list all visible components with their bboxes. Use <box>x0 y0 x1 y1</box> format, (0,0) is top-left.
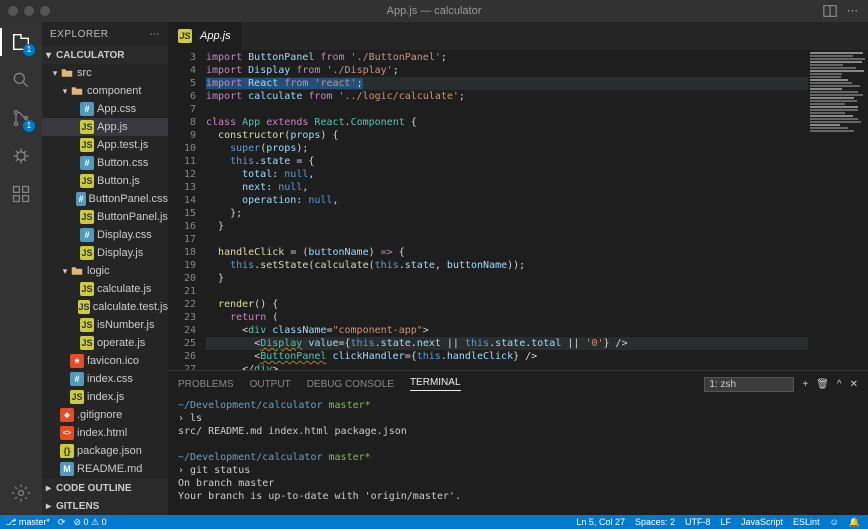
file-logic[interactable]: ▾logic <box>42 262 168 280</box>
status-position[interactable]: Ln 5, Col 27 <box>576 517 625 527</box>
file-tree: ▾src▾component#App.cssJSApp.jsJSApp.test… <box>42 64 168 479</box>
gitlens-section[interactable]: ▸GITLENS <box>42 497 168 515</box>
json-icon: {} <box>60 444 74 458</box>
file-index-html[interactable]: <>index.html <box>42 424 168 442</box>
git-icon: ◆ <box>60 408 74 422</box>
panel-tab-debug[interactable]: DEBUG CONSOLE <box>307 379 394 390</box>
file-App-js[interactable]: JSApp.js <box>42 118 168 136</box>
search-icon[interactable] <box>9 68 33 92</box>
tab-app-js[interactable]: JS App.js <box>168 22 242 50</box>
js-icon: JS <box>178 29 192 43</box>
file-favicon-ico[interactable]: ★favicon.ico <box>42 352 168 370</box>
css-icon: # <box>76 192 85 206</box>
terminal-body[interactable]: ~/Development/calculator master*› lssrc/… <box>168 397 868 515</box>
ico-icon: ★ <box>70 354 84 368</box>
file-calculate-test-js[interactable]: JScalculate.test.js <box>42 298 168 316</box>
zoom-window-button[interactable] <box>40 6 50 16</box>
folder-icon <box>70 264 84 278</box>
file-src[interactable]: ▾src <box>42 64 168 82</box>
file-component[interactable]: ▾component <box>42 82 168 100</box>
file-Button-js[interactable]: JSButton.js <box>42 172 168 190</box>
js-icon: JS <box>80 246 94 260</box>
status-language[interactable]: JavaScript <box>741 517 783 527</box>
js-icon: JS <box>80 318 94 332</box>
close-panel-icon[interactable]: ✕ <box>850 379 858 390</box>
js-icon: JS <box>80 120 94 134</box>
status-sync-icon[interactable]: ⟳ <box>58 517 66 528</box>
sidebar-header: EXPLORER <box>50 29 108 40</box>
maximize-panel-icon[interactable]: ^ <box>837 379 842 390</box>
explorer-icon[interactable]: 1 <box>9 30 33 54</box>
js-icon: JS <box>80 138 94 152</box>
kill-terminal-icon[interactable]: 🗑 <box>816 379 829 390</box>
panel-tab-output[interactable]: OUTPUT <box>250 379 291 390</box>
css-icon: # <box>70 372 84 386</box>
js-icon: JS <box>78 300 90 314</box>
status-bell-icon[interactable]: 🔔 <box>849 517 860 528</box>
file-index-js[interactable]: JSindex.js <box>42 388 168 406</box>
minimize-window-button[interactable] <box>24 6 34 16</box>
tab-label: App.js <box>200 30 231 42</box>
file-package-json[interactable]: {}package.json <box>42 442 168 460</box>
close-window-button[interactable] <box>8 6 18 16</box>
line-gutter: 3456789101112131415161718192021222324252… <box>168 50 206 370</box>
sidebar-more-icon[interactable]: ⋯ <box>150 29 161 40</box>
status-encoding[interactable]: UTF-8 <box>685 517 711 527</box>
extensions-icon[interactable] <box>9 182 33 206</box>
js-icon: JS <box>80 174 94 188</box>
debug-icon[interactable] <box>9 144 33 168</box>
file-ButtonPanel-css[interactable]: #ButtonPanel.css <box>42 190 168 208</box>
status-eol[interactable]: LF <box>721 517 732 527</box>
file-isNumber-js[interactable]: JSisNumber.js <box>42 316 168 334</box>
file-App-css[interactable]: #App.css <box>42 100 168 118</box>
code-editor[interactable]: import ButtonPanel from './ButtonPanel';… <box>206 50 808 370</box>
css-icon: # <box>80 102 94 116</box>
status-errors[interactable]: ⊘ 0 ⚠ 0 <box>73 517 106 528</box>
folder-icon <box>60 66 74 80</box>
js-icon: JS <box>70 390 84 404</box>
settings-gear-icon[interactable] <box>9 481 33 505</box>
folder-icon <box>70 84 84 98</box>
file-Display-css[interactable]: #Display.css <box>42 226 168 244</box>
md-icon: M <box>60 462 74 476</box>
js-icon: JS <box>80 336 94 350</box>
css-icon: # <box>80 228 94 242</box>
more-actions-icon[interactable]: ⋯ <box>847 4 858 18</box>
file-Button-css[interactable]: #Button.css <box>42 154 168 172</box>
status-feedback-icon[interactable]: ☺ <box>830 517 839 527</box>
minimap[interactable] <box>808 50 868 370</box>
css-icon: # <box>80 156 94 170</box>
file-App-test-js[interactable]: JSApp.test.js <box>42 136 168 154</box>
source-control-icon[interactable]: 1 <box>9 106 33 130</box>
status-branch[interactable]: ⎇ master* <box>6 517 50 528</box>
html-icon: <> <box>60 426 74 440</box>
window-title: App.js — calculator <box>387 5 482 17</box>
layout-split-icon[interactable] <box>823 4 837 18</box>
js-icon: JS <box>80 210 94 224</box>
explorer-badge: 1 <box>23 44 35 56</box>
status-eslint[interactable]: ESLint <box>793 517 820 527</box>
file-ButtonPanel-js[interactable]: JSButtonPanel.js <box>42 208 168 226</box>
file-operate-js[interactable]: JSoperate.js <box>42 334 168 352</box>
scm-badge: 1 <box>23 120 35 132</box>
file--gitignore[interactable]: ◆.gitignore <box>42 406 168 424</box>
folder-root[interactable]: ▾CALCULATOR <box>42 46 168 64</box>
code-outline-section[interactable]: ▸CODE OUTLINE <box>42 479 168 497</box>
new-terminal-icon[interactable]: + <box>802 379 808 390</box>
status-spaces[interactable]: Spaces: 2 <box>635 517 675 527</box>
terminal-selector[interactable]: 1: zsh <box>704 377 794 392</box>
js-icon: JS <box>80 282 94 296</box>
file-calculate-js[interactable]: JScalculate.js <box>42 280 168 298</box>
panel-tab-terminal[interactable]: TERMINAL <box>410 377 461 391</box>
panel-tab-problems[interactable]: PROBLEMS <box>178 379 234 390</box>
file-Display-js[interactable]: JSDisplay.js <box>42 244 168 262</box>
file-index-css[interactable]: #index.css <box>42 370 168 388</box>
file-README-md[interactable]: MREADME.md <box>42 460 168 478</box>
